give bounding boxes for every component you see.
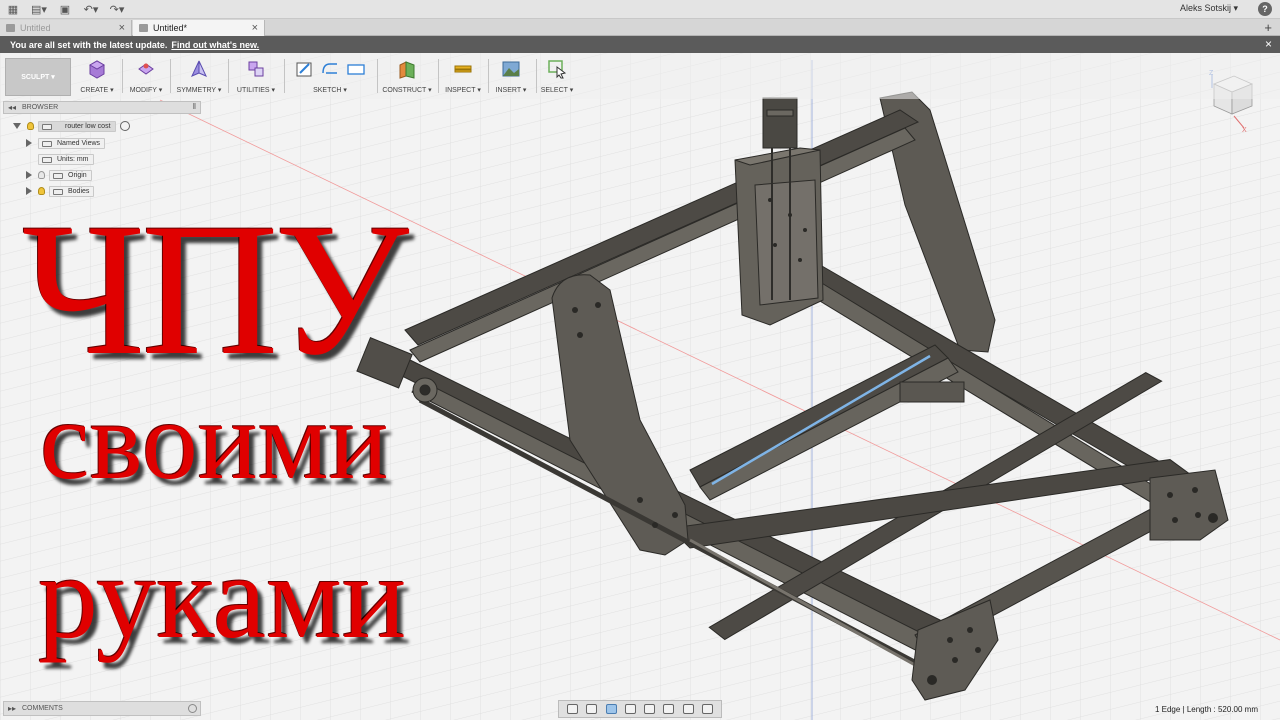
document-tabs: Untitled × Untitled* × +	[0, 19, 1280, 36]
construct-plane-icon	[399, 61, 415, 79]
redo-icon[interactable]: ↷▾	[104, 0, 130, 19]
notice-text: You are all set with the latest update.	[10, 39, 168, 50]
root-label: router low cost	[65, 122, 111, 130]
help-icon[interactable]: ?	[1258, 2, 1272, 16]
create-sketch-icon	[296, 62, 312, 77]
user-menu[interactable]: Aleks Sotskij ▾	[1180, 3, 1238, 14]
folder-icon	[53, 172, 63, 179]
apps-grid-icon[interactable]: ▦	[0, 0, 26, 19]
expand-icon[interactable]	[13, 123, 21, 129]
user-name: Aleks Sotskij	[1179, 3, 1231, 13]
utilities-icon	[248, 61, 264, 77]
construct-label: CONSTRUCT	[382, 87, 427, 94]
origin-node[interactable]: Origin	[49, 169, 92, 181]
units-node[interactable]: Units: mm	[38, 153, 94, 165]
tree-label: Origin	[68, 171, 87, 179]
select-label: SELECT	[540, 87, 568, 94]
panel-pin-icon[interactable]: ǁ	[193, 102, 196, 111]
symmetry-menu[interactable]: SYMMETRY ▾	[174, 57, 224, 97]
root-component[interactable]: router low cost	[38, 120, 116, 132]
document-icon	[6, 24, 15, 32]
svg-text:X: X	[1242, 127, 1247, 134]
orbit-icon[interactable]	[567, 704, 579, 714]
undo-icon[interactable]: ↶▾	[78, 0, 104, 19]
look-at-icon[interactable]	[586, 704, 598, 714]
whats-new-link[interactable]: Find out what's new.	[171, 40, 259, 50]
add-comment-icon[interactable]	[188, 704, 197, 713]
save-icon[interactable]: ▣	[52, 0, 78, 19]
toolbar: SCULPT ▾ CREATE ▾ MODIFY ▾ SYMMETRY ▾ UT…	[0, 53, 1280, 99]
update-notice: You are all set with the latest update. …	[0, 36, 1280, 53]
select-menu[interactable]: SELECT ▾	[538, 57, 576, 97]
tab-untitled[interactable]: Untitled ×	[0, 20, 132, 36]
document-icon	[139, 24, 148, 32]
workspace-label: SCULPT	[21, 73, 50, 81]
modify-menu[interactable]: MODIFY ▾	[124, 57, 168, 97]
visibility-bulb-icon[interactable]	[38, 171, 45, 179]
utilities-label: UTILITIES	[236, 87, 270, 94]
named-views-node[interactable]: Named Views	[38, 137, 106, 149]
viewports-icon[interactable]	[701, 704, 713, 714]
symmetry-label: SYMMETRY	[176, 87, 216, 94]
tree-item-named-views[interactable]: Named Views	[26, 137, 106, 149]
component-icon	[42, 123, 52, 130]
tab-untitled-active[interactable]: Untitled* ×	[133, 20, 265, 36]
file-menu-icon[interactable]: ▤▾	[26, 0, 52, 19]
select-cursor-icon	[548, 60, 567, 79]
expand-icon[interactable]	[26, 171, 32, 179]
create-label: CREATE	[80, 87, 109, 94]
comments-title: COMMENTS	[22, 705, 63, 712]
construct-menu[interactable]: CONSTRUCT ▾	[380, 57, 434, 97]
inspect-label: INSPECT	[445, 87, 476, 94]
inspect-menu[interactable]: INSPECT ▾	[442, 57, 484, 97]
utilities-menu[interactable]: UTILITIES ▾	[232, 57, 280, 97]
tree-label: Named Views	[57, 139, 101, 147]
folder-icon	[42, 140, 52, 147]
tree-root[interactable]: router low cost	[13, 120, 130, 132]
expand-icon[interactable]	[26, 139, 32, 147]
visibility-bulb-icon[interactable]	[27, 122, 34, 130]
browser-header[interactable]: ◂◂ BROWSER ǁ	[3, 101, 201, 114]
symmetry-icon	[190, 60, 208, 77]
comments-panel[interactable]: ▸▸ COMMENTS	[3, 701, 201, 716]
overlay-title-line-1: ЧПУ	[22, 185, 409, 395]
tree-item-origin[interactable]: Origin	[26, 169, 92, 181]
insert-label: INSERT	[495, 87, 521, 94]
box-icon	[88, 60, 106, 79]
selection-status: 1 Edge | Length : 520.00 mm	[1154, 705, 1258, 714]
fit-icon[interactable]	[644, 704, 656, 714]
close-icon[interactable]: ×	[252, 22, 258, 34]
navigation-bar	[558, 700, 722, 718]
tree-label: Units: mm	[57, 155, 89, 163]
overlay-title-line-2: своими	[40, 379, 389, 503]
collapse-icon[interactable]: ◂◂	[8, 103, 16, 112]
tab-label: Untitled*	[153, 23, 188, 33]
sketch-label: SKETCH	[313, 87, 342, 94]
tab-label: Untitled	[20, 23, 51, 33]
measure-icon	[454, 65, 472, 73]
activate-radio-icon[interactable]	[119, 121, 130, 131]
browser-title: BROWSER	[22, 104, 59, 111]
document-icon	[42, 156, 52, 163]
new-tab-icon[interactable]: +	[1264, 20, 1272, 35]
close-icon[interactable]: ×	[119, 22, 125, 34]
modify-label: MODIFY	[129, 87, 157, 94]
sketch-arc-icon	[322, 63, 337, 74]
zoom-icon[interactable]	[624, 704, 636, 714]
sketch-menu[interactable]: SKETCH ▾	[286, 57, 374, 97]
overlay-title-line-3: руками	[38, 530, 407, 663]
modify-icon	[138, 63, 154, 75]
close-icon[interactable]: ×	[1265, 37, 1272, 51]
expand-icon[interactable]: ▸▸	[8, 704, 16, 713]
create-menu[interactable]: CREATE ▾	[76, 57, 118, 97]
tree-item-units[interactable]: Units: mm	[38, 153, 94, 165]
grid-settings-icon[interactable]	[682, 704, 694, 714]
insert-image-icon	[502, 61, 520, 77]
insert-menu[interactable]: INSERT ▾	[490, 57, 532, 97]
sketch-rectangle-icon	[347, 64, 365, 75]
workspace-switcher[interactable]: SCULPT ▾	[5, 58, 71, 96]
pan-icon[interactable]	[605, 704, 617, 714]
app-bar: ▦ ▤▾ ▣ ↶▾ ↷▾ Aleks Sotskij ▾ ?	[0, 0, 1280, 19]
display-settings-icon[interactable]	[663, 704, 675, 714]
